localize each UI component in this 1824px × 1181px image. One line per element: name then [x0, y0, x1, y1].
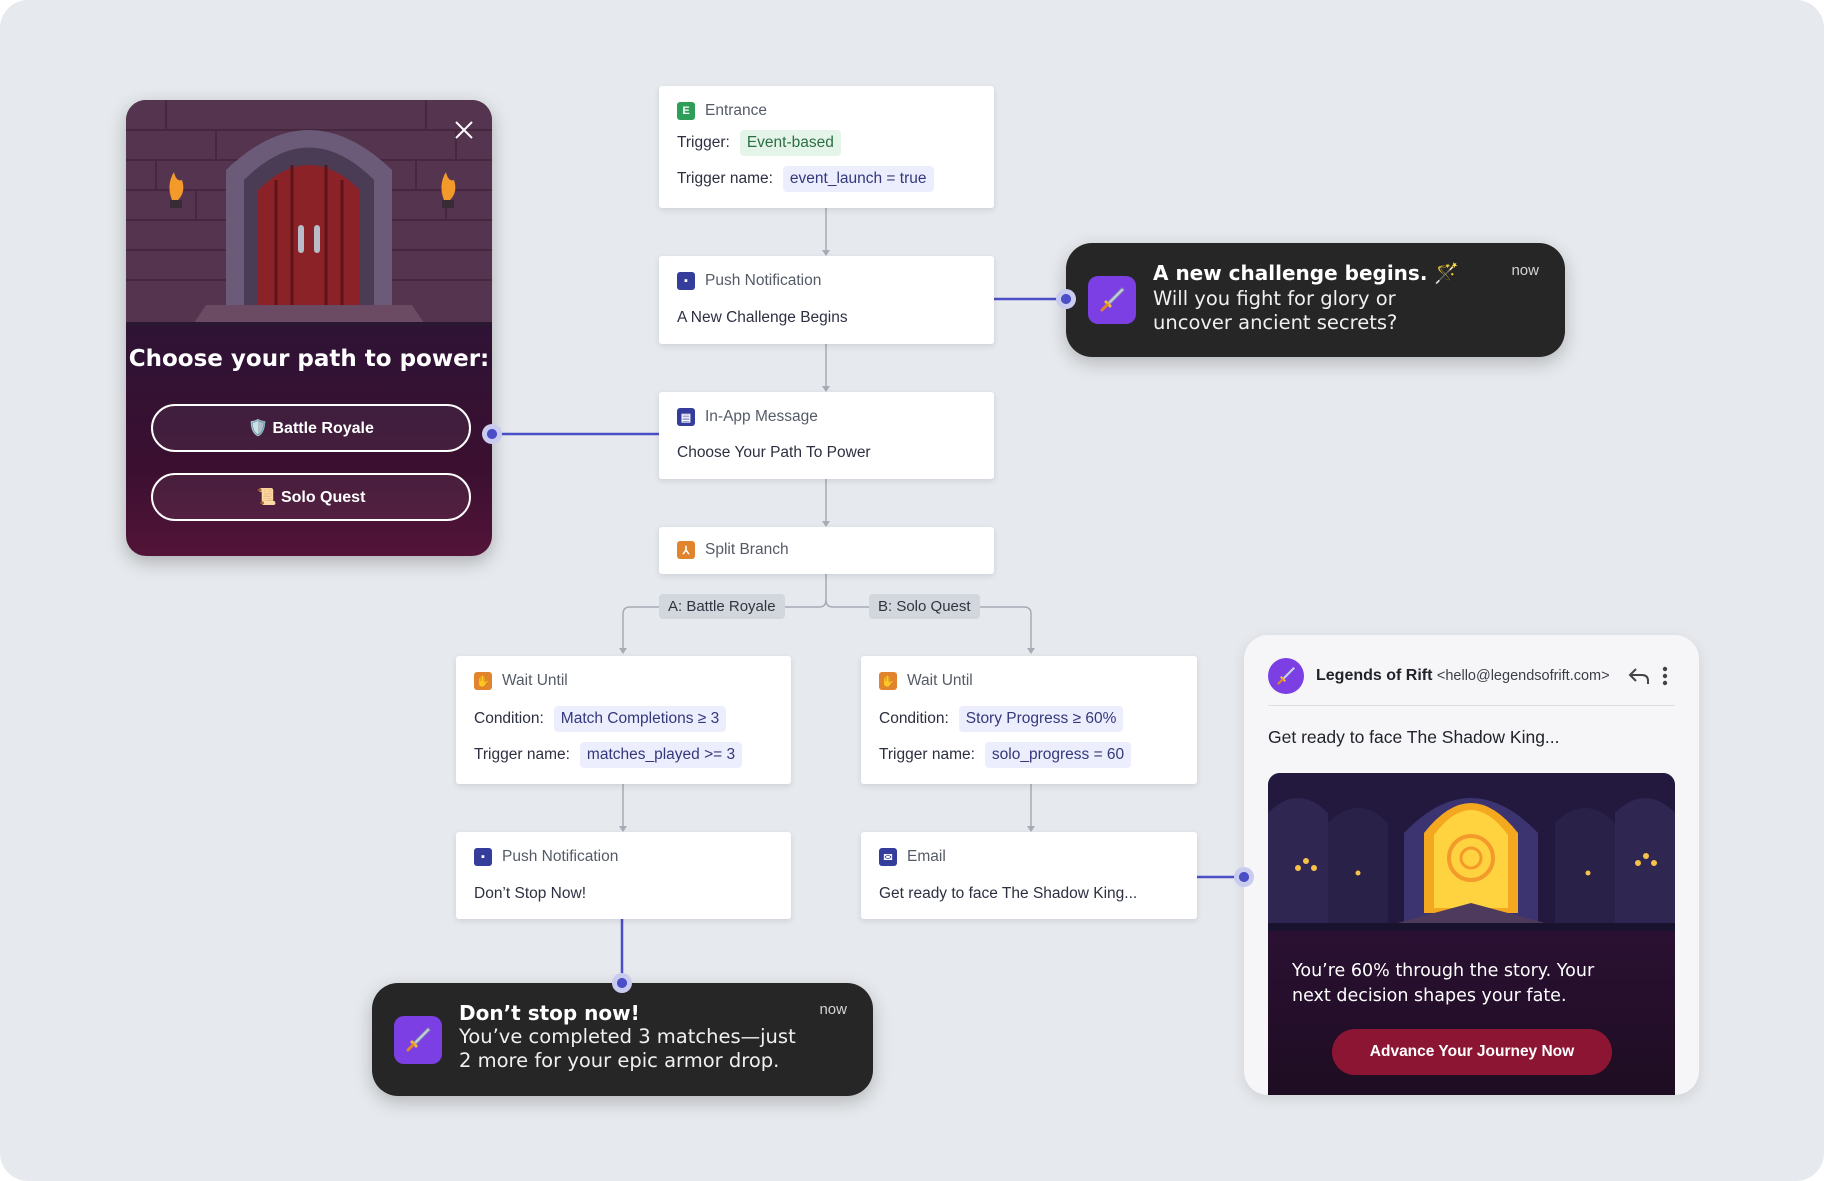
push-title: Push Notification: [705, 272, 822, 289]
email-content: You’re 60% through the story. Your next …: [1268, 773, 1675, 1095]
portal-illustration: [1268, 773, 1675, 931]
in-app-message-icon: ▤: [677, 408, 695, 426]
trigger-name-value: event_launch = true: [782, 166, 934, 192]
trigger-name-label: Trigger name:: [677, 170, 773, 187]
push-header: ▪ Push Notification: [677, 272, 821, 290]
trigger-name-row: Trigger name: event_launch = true: [677, 166, 934, 192]
condition-value: Story Progress ≥ 60%: [958, 706, 1124, 732]
arrow-head-5: [1027, 648, 1035, 654]
connection-dot-email-preview[interactable]: [1234, 867, 1254, 887]
hand-icon: ✋: [474, 672, 492, 690]
split-branch-node[interactable]: ⅄ Split Branch: [659, 527, 994, 574]
email-body-text: You’re 60% through the story. Your next …: [1292, 961, 1595, 1006]
entrance-title: Entrance: [705, 102, 768, 119]
sender-avatar: [1268, 658, 1304, 694]
hand-icon: ✋: [879, 672, 897, 690]
wait-b-title: Wait Until: [907, 672, 973, 689]
advance-journey-button[interactable]: Advance Your Journey Now: [1332, 1029, 1612, 1075]
mail-icon: ✉: [879, 848, 897, 866]
wait-b-header: ✋ Wait Until: [879, 672, 973, 690]
push-notification-icon: ▪: [677, 272, 695, 290]
wait-until-node-b[interactable]: ✋ Wait Until Condition: Story Progress ≥…: [861, 656, 1197, 784]
in-app-message-node[interactable]: ▤ In-App Message Choose Your Path To Pow…: [659, 392, 994, 479]
condition-label: Condition:: [474, 710, 544, 727]
push-text: A New Challenge Begins: [677, 309, 848, 326]
trigger-row: Trigger: Event-based: [677, 130, 841, 156]
entrance-node[interactable]: E Entrance Trigger: Event-based Trigger …: [659, 86, 994, 208]
split-header: ⅄ Split Branch: [677, 541, 789, 559]
journey-canvas: E Entrance Trigger: Event-based Trigger …: [0, 0, 1824, 1181]
email-subject: Get ready to face The Shadow King...: [1268, 727, 1560, 747]
push-notification-preview-bottom[interactable]: Don’t stop now! You’ve completed 3 match…: [372, 983, 873, 1096]
trigger-name-value: solo_progress = 60: [984, 742, 1132, 768]
push-notification-icon: ▪: [474, 848, 492, 866]
trigger-value: Event-based: [739, 130, 841, 156]
email-preview-card[interactable]: Legends of Rift <hello@legendsofrift.com…: [1244, 635, 1699, 1095]
notif-top-message: Will you fight for glory or uncover anci…: [1153, 287, 1398, 334]
trigger-name-label: Trigger name:: [474, 746, 570, 763]
entrance-header: E Entrance: [677, 102, 767, 120]
wait-a-title: Wait Until: [502, 672, 568, 689]
wait-until-node-a[interactable]: ✋ Wait Until Condition: Match Completion…: [456, 656, 791, 784]
connection-dot-push-notif[interactable]: [1056, 289, 1076, 309]
arrow-head-4: [619, 648, 627, 654]
more-icon[interactable]: [1661, 665, 1669, 687]
inapp-header: ▤ In-App Message: [677, 408, 818, 426]
push-notification-node[interactable]: ▪ Push Notification A New Challenge Begi…: [659, 256, 994, 344]
push2-title: Push Notification: [502, 848, 619, 865]
entrance-icon: E: [677, 102, 695, 120]
in-app-modal-preview[interactable]: Choose your path to power: 🛡️ Battle Roy…: [126, 100, 492, 556]
connection-dot-inapp-modal[interactable]: [482, 424, 502, 444]
branch-b-label: B: Solo Quest: [869, 594, 980, 619]
reply-icon[interactable]: [1627, 665, 1651, 687]
wait-b-trigger-row: Trigger name: solo_progress = 60: [879, 742, 1132, 768]
notif-top-time: now: [1511, 262, 1539, 279]
trigger-label: Trigger:: [677, 134, 730, 151]
email-title: Email: [907, 848, 946, 865]
sword-icon: [1088, 276, 1136, 324]
sender-name: Legends of Rift: [1316, 667, 1433, 684]
email-text: Get ready to face The Shadow King...: [879, 885, 1138, 902]
notif-bottom-message: You’ve completed 3 matches—just 2 more f…: [459, 1025, 796, 1072]
push2-text: Don’t Stop Now!: [474, 885, 586, 902]
modal-heading: Choose your path to power:: [128, 346, 490, 372]
header-divider: [1268, 705, 1675, 706]
sword-icon: [394, 1016, 442, 1064]
push-notification-node-2[interactable]: ▪ Push Notification Don’t Stop Now!: [456, 832, 791, 919]
notif-bottom-time: now: [819, 1001, 847, 1018]
branch-a-label: A: Battle Royale: [659, 594, 785, 619]
notif-bottom-title: Don’t stop now!: [459, 1001, 640, 1025]
castle-door-illustration: [126, 100, 492, 326]
connection-dot-push2-notif[interactable]: [612, 973, 632, 993]
condition-value: Match Completions ≥ 3: [553, 706, 727, 732]
notif-top-title: A new challenge begins. 🪄: [1153, 261, 1460, 285]
push2-header: ▪ Push Notification: [474, 848, 618, 866]
sender-line: Legends of Rift <hello@legendsofrift.com…: [1316, 667, 1610, 685]
push-notification-preview-top[interactable]: A new challenge begins. 🪄 Will you fight…: [1066, 243, 1565, 357]
wait-a-header: ✋ Wait Until: [474, 672, 568, 690]
email-header: ✉ Email: [879, 848, 946, 866]
wait-a-trigger-row: Trigger name: matches_played >= 3: [474, 742, 743, 768]
split-title: Split Branch: [705, 541, 789, 558]
sender-email: <hello@legendsofrift.com>: [1436, 668, 1610, 684]
trigger-name-label: Trigger name:: [879, 746, 975, 763]
condition-label: Condition:: [879, 710, 949, 727]
split-branch-icon: ⅄: [677, 541, 695, 559]
battle-royale-button[interactable]: 🛡️ Battle Royale: [151, 404, 471, 452]
inapp-title: In-App Message: [705, 408, 818, 425]
solo-quest-button[interactable]: 📜 Solo Quest: [151, 473, 471, 521]
inapp-text: Choose Your Path To Power: [677, 444, 871, 461]
close-icon[interactable]: [452, 118, 476, 142]
trigger-name-value: matches_played >= 3: [579, 742, 743, 768]
wait-b-condition-row: Condition: Story Progress ≥ 60%: [879, 706, 1124, 732]
wait-a-condition-row: Condition: Match Completions ≥ 3: [474, 706, 727, 732]
email-node[interactable]: ✉ Email Get ready to face The Shadow Kin…: [861, 832, 1197, 919]
